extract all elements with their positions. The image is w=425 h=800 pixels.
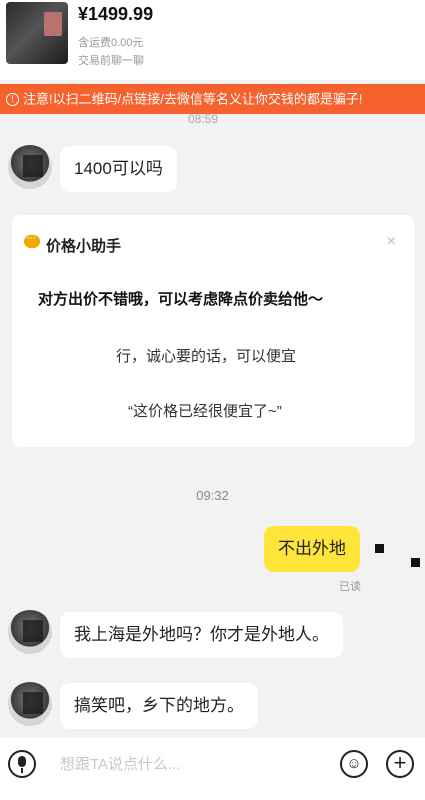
- plus-icon[interactable]: +: [386, 750, 414, 778]
- assistant-title: 价格小助手: [46, 238, 122, 255]
- message-bubble-received: 我上海是外地吗？你才是外地人。: [60, 612, 343, 658]
- product-shipping: 含运费0.00元: [78, 37, 144, 49]
- avatar[interactable]: [8, 682, 52, 726]
- emoji-icon[interactable]: ☺: [340, 750, 368, 778]
- message-bubble-sent: 不出外地: [264, 526, 360, 572]
- read-status: 已读: [339, 581, 361, 593]
- info-icon: !: [6, 93, 19, 107]
- message-bubble-received: 搞笑吧，乡下的地方。: [60, 683, 258, 729]
- suggested-quote[interactable]: “这价格已经很便宜了~”: [128, 400, 282, 421]
- voice-icon[interactable]: [8, 750, 36, 778]
- message-bubble-received: 1400可以吗: [60, 146, 177, 192]
- product-price: ¥1499.99: [78, 4, 154, 24]
- price-assistant-card: 价格小助手 × 对方出价不错哦，可以考虑降点价卖给他～ 行，诚心要的话，可以便宜…: [12, 215, 414, 447]
- product-header[interactable]: ¥1499.99 含运费0.00元 交易前聊一聊: [0, 0, 425, 80]
- avatar[interactable]: [8, 145, 52, 189]
- avatar[interactable]: [8, 610, 52, 654]
- assistant-tip: 对方出价不错哦，可以考虑降点价卖给他～: [38, 291, 324, 308]
- message-input-bar: ☺ +: [0, 738, 425, 800]
- redaction-mark: [375, 544, 384, 553]
- timestamp: 09:32: [196, 488, 229, 503]
- suggested-reply[interactable]: 行，诚心要的话，可以便宜: [116, 345, 296, 366]
- redaction-mark: [411, 558, 420, 567]
- chat-bubble-icon: [24, 230, 40, 248]
- product-thumbnail[interactable]: [6, 2, 68, 64]
- timestamp-partial: 08:59: [188, 112, 219, 126]
- product-status: 交易前聊一聊: [78, 55, 144, 67]
- warning-banner: ! 注意!以扫二维码/点链接/去微信等名义让你交钱的都是骗子!: [0, 84, 425, 114]
- warning-text: 注意!以扫二维码/点链接/去微信等名义让你交钱的都是骗子!: [23, 91, 363, 107]
- message-input[interactable]: [50, 746, 350, 782]
- close-icon[interactable]: ×: [387, 233, 396, 251]
